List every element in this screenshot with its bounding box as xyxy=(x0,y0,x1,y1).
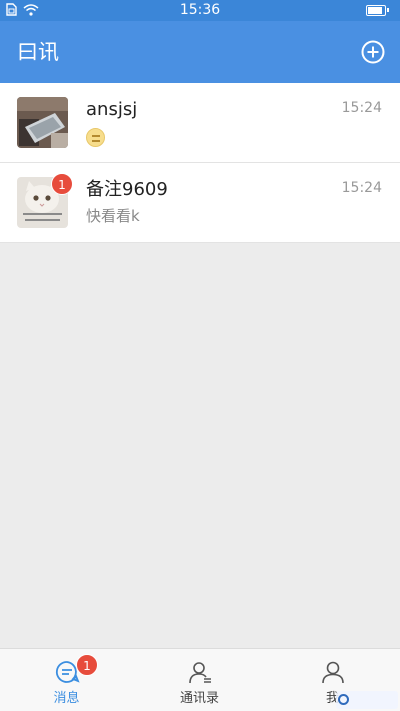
chat-preview xyxy=(86,126,105,150)
plus-circle-icon xyxy=(361,40,385,64)
chat-time: 15:24 xyxy=(341,180,382,196)
emoji-icon xyxy=(86,128,105,147)
unread-badge: 1 xyxy=(51,173,73,195)
profile-icon xyxy=(320,659,346,685)
chat-item[interactable]: ansjsj 15:24 xyxy=(0,83,400,163)
status-bar: 15:36 xyxy=(0,0,400,21)
app-title: 曰讯 xyxy=(17,40,59,64)
watermark-logo xyxy=(336,691,398,709)
tab-label: 消息 xyxy=(53,691,80,706)
tab-label: 通讯录 xyxy=(179,691,219,706)
tab-messages[interactable]: 1 消息 xyxy=(0,649,133,711)
chat-item[interactable]: 1 备注9609 快看看k 15:24 xyxy=(0,163,400,243)
battery-level xyxy=(368,7,382,14)
chat-time: 15:24 xyxy=(341,100,382,116)
app-header: 曰讯 xyxy=(0,21,400,83)
tab-badge: 1 xyxy=(76,654,98,676)
chat-list: ansjsj 15:24 1 备注9609 快看看k 15:24 xyxy=(0,83,400,243)
chat-name: ansjsj xyxy=(86,99,138,120)
chat-name: 备注9609 xyxy=(86,179,168,200)
battery-icon xyxy=(366,5,389,16)
avatar xyxy=(17,97,68,148)
status-time: 15:36 xyxy=(179,2,221,18)
contacts-icon xyxy=(187,659,213,685)
tab-bar: 1 消息 通讯录 我 xyxy=(0,648,400,711)
chat-preview: 快看看k xyxy=(86,207,140,225)
watermark-icon xyxy=(338,694,349,705)
tab-contacts[interactable]: 通讯录 xyxy=(133,649,266,711)
add-button[interactable] xyxy=(361,40,385,64)
